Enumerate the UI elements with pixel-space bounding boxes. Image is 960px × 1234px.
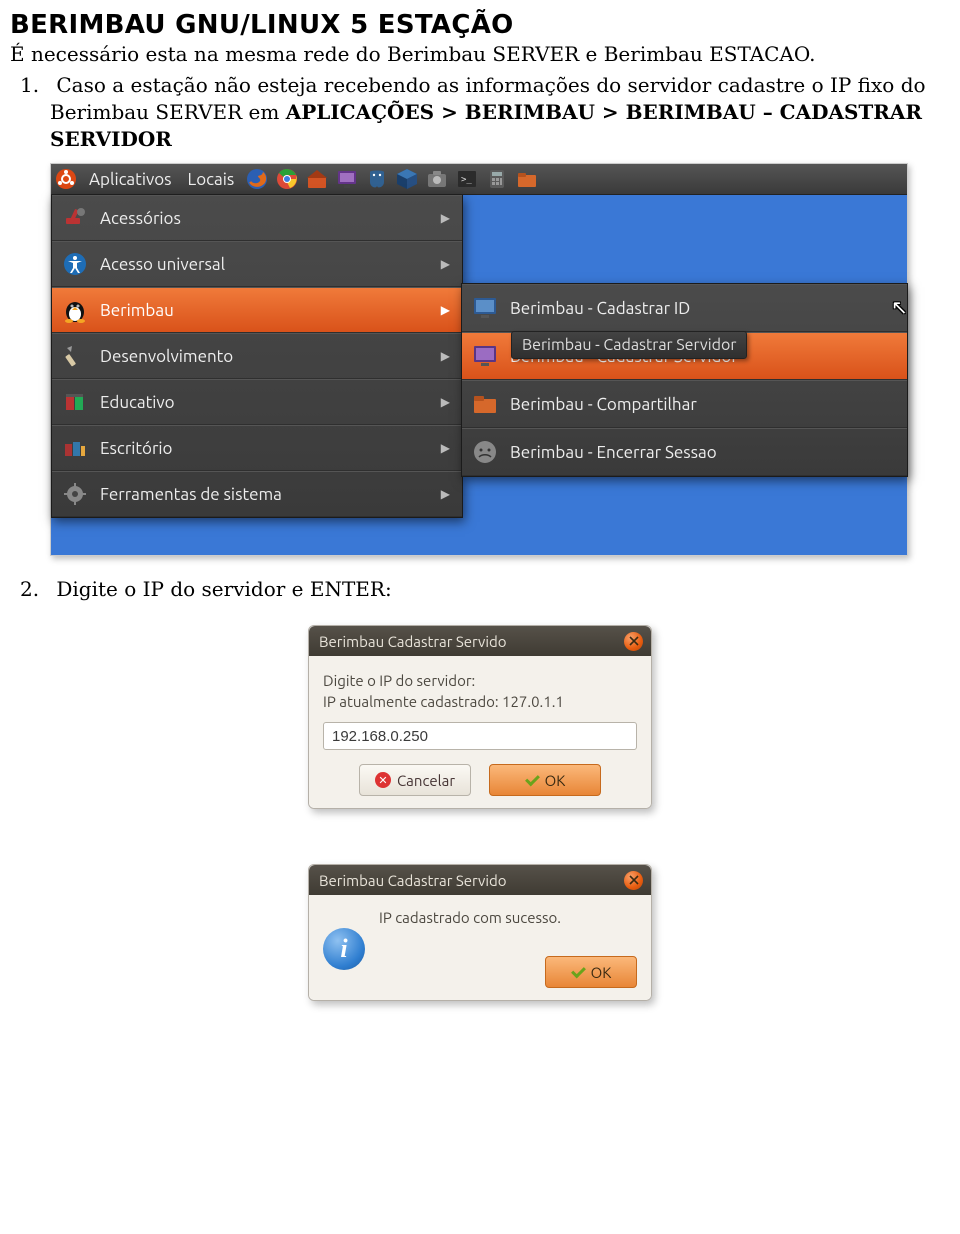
submenu-compartilhar[interactable]: Berimbau - Compartilhar	[462, 380, 907, 428]
menu-escritorio[interactable]: Escritório ▶	[52, 425, 462, 471]
ok-button[interactable]: OK	[545, 956, 637, 988]
terminal-icon[interactable]: >_	[453, 165, 481, 193]
check-icon	[525, 773, 539, 787]
intro-paragraph: É necessário esta na mesma rede do Berim…	[10, 42, 950, 66]
penguin-icon	[60, 295, 90, 325]
svg-text:>_: >_	[461, 175, 472, 185]
accessibility-icon	[60, 249, 90, 279]
close-button[interactable]	[624, 632, 643, 651]
step-2-text: Digite o IP do servidor e ENTER:	[56, 577, 391, 601]
chevron-right-icon: ▶	[441, 441, 450, 455]
menu-item-label: Ferramentas de sistema	[100, 485, 282, 504]
ip-input[interactable]	[323, 722, 637, 750]
menu-item-label: Educativo	[100, 393, 175, 412]
menu-educativo[interactable]: Educativo ▶	[52, 379, 462, 425]
dialog-title: Berimbau Cadastrar Servido	[319, 872, 507, 889]
dialog-instructions: Digite o IP do servidor: IP atualmente c…	[323, 670, 637, 712]
step-1: 1. Caso a estação não esteja recebendo a…	[50, 72, 950, 153]
submenu-cadastrar-id[interactable]: Berimbau - Cadastrar ID	[462, 284, 907, 332]
folder-share-icon	[470, 389, 500, 419]
berimbau-submenu: Berimbau - Cadastrar ID Berimbau - Cadas…	[461, 283, 908, 477]
chevron-right-icon: ▶	[441, 211, 450, 225]
display-icon[interactable]	[333, 165, 361, 193]
chevron-right-icon: ▶	[441, 303, 450, 317]
monitor-icon	[470, 293, 500, 323]
virtualbox-icon[interactable]	[393, 165, 421, 193]
folder-icon[interactable]	[513, 165, 541, 193]
chevron-right-icon: ▶	[441, 395, 450, 409]
chevron-right-icon: ▶	[441, 487, 450, 501]
cancel-button[interactable]: ✕ Cancelar	[359, 764, 471, 796]
menu-item-label: Berimbau - Cadastrar ID	[510, 299, 690, 318]
menu-ferramentas-sistema[interactable]: Ferramentas de sistema ▶	[52, 471, 462, 517]
chevron-right-icon: ▶	[441, 349, 450, 363]
screenshot-success-dialog: Berimbau Cadastrar Servido i IP cadastra…	[308, 864, 652, 1001]
dev-icon	[60, 341, 90, 371]
calculator-icon[interactable]	[483, 165, 511, 193]
menu-item-label: Berimbau	[100, 301, 174, 320]
dialog-line1: Digite o IP do servidor:	[323, 670, 637, 691]
menu-desenvolvimento[interactable]: Desenvolvimento ▶	[52, 333, 462, 379]
mouse-cursor-icon: ↖	[891, 295, 908, 319]
page-title: BERIMBAU GNU/LINUX 5 ESTAÇÃO	[10, 10, 950, 40]
menu-item-label: Berimbau - Encerrar Sessao	[510, 443, 717, 462]
menu-berimbau[interactable]: Berimbau ▶	[52, 287, 462, 333]
cancel-icon: ✕	[375, 772, 391, 788]
dialog-titlebar: Berimbau Cadastrar Servido	[309, 865, 651, 895]
gnome-top-panel: Aplicativos Locais >_	[51, 164, 907, 195]
screenshot-icon[interactable]	[423, 165, 451, 193]
cancel-label: Cancelar	[397, 772, 455, 789]
screenshot-menu: Aplicativos Locais >_	[50, 163, 908, 556]
home-icon[interactable]	[303, 165, 331, 193]
panel-apps-label[interactable]: Aplicativos	[81, 170, 180, 189]
close-button[interactable]	[624, 871, 643, 890]
gear-icon	[60, 479, 90, 509]
screenshot-ip-dialog: Berimbau Cadastrar Servido Digite o IP d…	[308, 625, 652, 809]
info-icon: i	[323, 928, 365, 970]
tooltip: Berimbau - Cadastrar Servidor	[511, 331, 747, 359]
postgresql-icon[interactable]	[363, 165, 391, 193]
ok-label: OK	[591, 964, 612, 981]
menu-item-label: Acesso universal	[100, 255, 225, 274]
panel-places-label[interactable]: Locais	[180, 170, 243, 189]
face-icon	[470, 437, 500, 467]
step-2: 2. Digite o IP do servidor e ENTER:	[50, 576, 950, 603]
chevron-right-icon: ▶	[441, 257, 450, 271]
office-icon	[60, 433, 90, 463]
apps-menu: Acessórios ▶ Acesso universal ▶ Berimbau…	[51, 195, 463, 518]
monitor-icon	[470, 341, 500, 371]
chrome-icon[interactable]	[273, 165, 301, 193]
menu-acesso-universal[interactable]: Acesso universal ▶	[52, 241, 462, 287]
dialog-title: Berimbau Cadastrar Servido	[319, 633, 507, 650]
submenu-encerrar-sessao[interactable]: Berimbau - Encerrar Sessao	[462, 428, 907, 476]
menu-item-label: Escritório	[100, 439, 173, 458]
menu-item-label: Acessórios	[100, 209, 181, 228]
menu-item-label: Desenvolvimento	[100, 347, 233, 366]
menu-acessorios[interactable]: Acessórios ▶	[52, 195, 462, 241]
accessories-icon	[60, 203, 90, 233]
ok-label: OK	[545, 772, 566, 789]
menu-item-label: Berimbau - Compartilhar	[510, 395, 697, 414]
ok-button[interactable]: OK	[489, 764, 601, 796]
dialog-line2: IP atualmente cadastrado: 127.0.1.1	[323, 691, 637, 712]
ubuntu-logo-icon	[52, 165, 80, 193]
edu-icon	[60, 387, 90, 417]
success-message: IP cadastrado com sucesso.	[379, 909, 637, 926]
firefox-icon[interactable]	[243, 165, 271, 193]
check-icon	[571, 965, 585, 979]
dialog-titlebar: Berimbau Cadastrar Servido	[309, 626, 651, 656]
